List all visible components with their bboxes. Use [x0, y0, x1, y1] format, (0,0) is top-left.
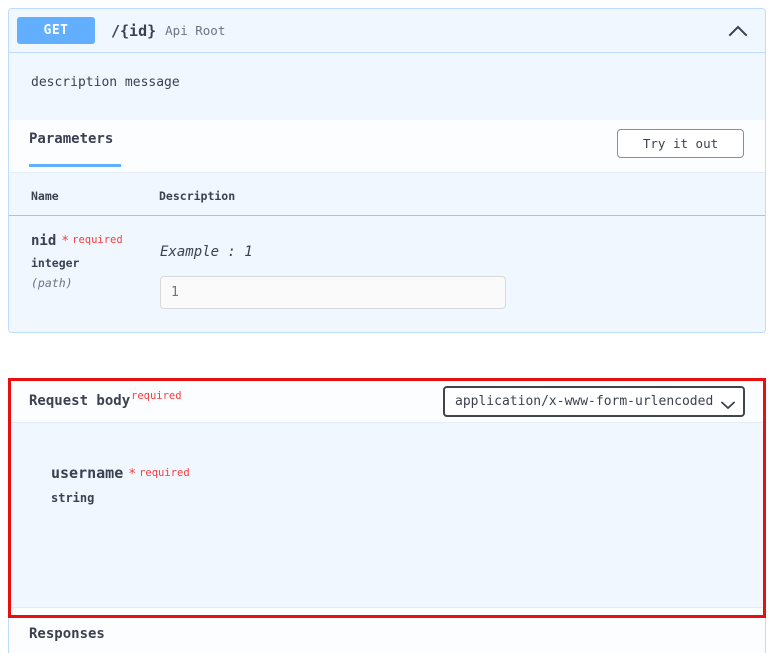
parameters-table-header: Name Description: [9, 173, 765, 216]
table-row: nid *required integer (path) Example : 1: [9, 216, 765, 311]
operation-block: GET /{id} Api Root description message P…: [8, 8, 766, 333]
swagger-ui-operation-page: GET /{id} Api Root description message P…: [0, 0, 784, 653]
parameter-description-cell: Example : 1: [159, 216, 765, 311]
column-header-description: Description: [159, 173, 765, 216]
operation-description: description message: [9, 53, 765, 120]
request-body-field: username *required string: [51, 463, 763, 505]
parameters-table: Name Description nid *required integer (p…: [9, 173, 765, 310]
tab-active-underline: [29, 164, 121, 167]
parameter-name: nid: [31, 233, 56, 249]
responses-title: Responses: [29, 626, 105, 642]
field-name-line: username *required: [51, 463, 763, 482]
content-type-select[interactable]: application/x-www-form-urlencoded: [443, 386, 745, 417]
required-label: required: [72, 234, 123, 246]
required-label: required: [139, 467, 190, 479]
parameter-name-line: nid *required: [31, 230, 158, 249]
parameter-value-input[interactable]: [160, 276, 506, 309]
request-body-fields: username *required string: [11, 423, 763, 608]
parameters-tab-row: Parameters Try it out: [9, 120, 765, 173]
required-star-icon: *: [61, 234, 69, 249]
operation-path: /{id}: [111, 22, 156, 40]
chevron-up-icon[interactable]: [725, 18, 751, 44]
http-method-badge: GET: [17, 17, 95, 44]
parameter-name-cell: nid *required integer (path): [9, 216, 159, 311]
operation-summary-row[interactable]: GET /{id} Api Root: [9, 9, 765, 53]
parameter-type: integer: [31, 256, 158, 270]
column-header-name: Name: [9, 173, 159, 216]
request-body-title: Request body: [29, 393, 130, 409]
field-name: username: [51, 464, 123, 482]
required-star-icon: *: [128, 467, 136, 482]
try-it-out-button[interactable]: Try it out: [617, 129, 744, 158]
parameter-example: Example : 1: [160, 230, 764, 260]
operation-summary-text: Api Root: [165, 23, 725, 38]
responses-section: Responses: [8, 618, 766, 653]
parameters-section: Name Description nid *required integer (p…: [9, 173, 765, 332]
field-type: string: [51, 491, 763, 505]
parameter-location: (path): [31, 276, 158, 290]
request-body-required-label: required: [131, 390, 182, 402]
tab-parameters[interactable]: Parameters: [29, 131, 113, 162]
request-body-section-highlighted: Request body required application/x-www-…: [8, 378, 766, 618]
request-body-header: Request body required application/x-www-…: [11, 381, 763, 423]
